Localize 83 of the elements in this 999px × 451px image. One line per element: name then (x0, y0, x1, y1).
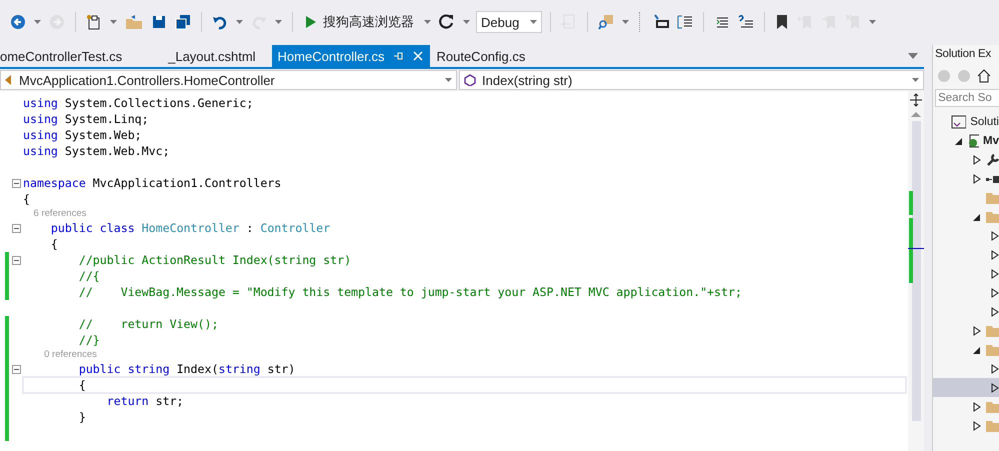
collapsed-icon[interactable] (991, 288, 999, 298)
caret-icon[interactable] (110, 20, 117, 24)
wrench-icon (986, 152, 999, 166)
document-tab[interactable]: HomeController.cs (272, 45, 430, 67)
code-line: { (50, 236, 58, 252)
document-tab[interactable]: _Layout.cshtml (168, 45, 266, 67)
code-line: using System.Web; (23, 127, 142, 143)
code-line: public class HomeController : Controller (50, 220, 330, 236)
collapsed-icon[interactable] (973, 154, 982, 164)
collapsed-icon[interactable] (991, 230, 999, 240)
collapse-icon[interactable] (12, 256, 20, 264)
references-icon (986, 174, 999, 184)
code-line: public string Index(string str) (78, 361, 296, 377)
collapsed-icon[interactable] (973, 174, 982, 184)
collapsed-icon[interactable] (973, 402, 982, 412)
caret-icon[interactable] (530, 20, 537, 24)
method-icon (464, 74, 476, 86)
expanded-icon[interactable] (973, 346, 982, 354)
tree-item[interactable]: Soluti (933, 112, 999, 131)
collapsed-icon[interactable] (973, 420, 982, 430)
tree-label: Soluti (970, 116, 999, 128)
code-line: { (23, 377, 906, 393)
split-icon[interactable] (909, 93, 924, 107)
close-icon[interactable] (412, 50, 424, 62)
code-line: using System.Linq; (23, 111, 149, 127)
tab-list-icon[interactable] (908, 53, 918, 59)
folder-icon (986, 324, 999, 336)
document-tab[interactable]: omeControllerTest.cs (0, 45, 132, 67)
code-line: using System.Web.Mvc; (23, 143, 170, 159)
tree-item[interactable]: Mv (933, 131, 999, 150)
code-line: return str; (106, 393, 184, 409)
collapsed-icon[interactable] (991, 268, 999, 278)
class-icon (5, 74, 13, 86)
pin-icon[interactable] (392, 50, 404, 62)
folder-icon (986, 192, 999, 204)
collapse-icon[interactable] (12, 178, 20, 188)
back-icon[interactable] (8, 12, 28, 32)
code-line: //public ActionResult Index(string str) (78, 252, 352, 268)
type-dropdown[interactable]: MvcApplication1.Controllers.HomeController (0, 70, 457, 90)
solution-icon (950, 114, 966, 128)
caret-icon[interactable] (912, 78, 920, 82)
panel-title: Solution Ex (934, 47, 992, 62)
code-line: { (23, 191, 30, 207)
collapsed-icon[interactable] (991, 306, 999, 316)
configuration-dropdown[interactable]: Debug (476, 11, 542, 33)
code-line: // ViewBag.Message = "Modify this template to jump-start your ASP.NET MVC application."+str; (78, 284, 742, 300)
member-dropdown[interactable]: Index(string str) (459, 70, 924, 90)
caret-icon[interactable] (424, 20, 431, 24)
caret-icon[interactable] (445, 78, 452, 82)
caret-icon[interactable] (236, 20, 243, 24)
folder-icon (986, 400, 999, 412)
find-in-files-icon[interactable] (596, 12, 616, 32)
code-line: // return View(); (78, 316, 218, 332)
folder-icon (986, 344, 999, 356)
collapse-icon[interactable] (12, 224, 20, 232)
search-field[interactable]: Search So (935, 89, 999, 107)
code-line: //} (78, 332, 100, 348)
expanded-icon[interactable] (973, 212, 982, 220)
code-line: } (78, 409, 86, 425)
caret-icon[interactable] (869, 20, 876, 24)
caret-icon[interactable] (463, 20, 470, 24)
collapsed-icon[interactable] (991, 382, 999, 392)
folder-icon (986, 210, 999, 222)
document-tab[interactable]: RouteConfig.cs (436, 45, 536, 67)
collapsed-icon[interactable] (991, 364, 999, 374)
home-icon[interactable] (977, 69, 992, 83)
web-project-icon (967, 134, 980, 148)
caret-icon[interactable] (622, 20, 629, 24)
play-icon (305, 15, 317, 29)
collapsed-icon[interactable] (973, 326, 982, 336)
caret-icon[interactable] (34, 20, 41, 24)
code-line: using System.Collections.Generic; (23, 95, 254, 111)
collapse-icon[interactable] (12, 364, 20, 374)
code-line: namespace MvcApplication1.Controllers (23, 175, 282, 191)
save-all-icon[interactable] (173, 12, 193, 32)
code-line: //{ (78, 268, 100, 284)
expanded-icon[interactable] (955, 136, 964, 144)
collapsed-icon[interactable] (991, 250, 999, 260)
start-button[interactable]: 搜狗高速浏览器 (301, 11, 418, 33)
caret-icon[interactable] (275, 20, 282, 24)
vertical-scrollbar[interactable] (908, 91, 924, 451)
folder-icon (986, 420, 999, 432)
tree-label: Mv (983, 134, 999, 146)
